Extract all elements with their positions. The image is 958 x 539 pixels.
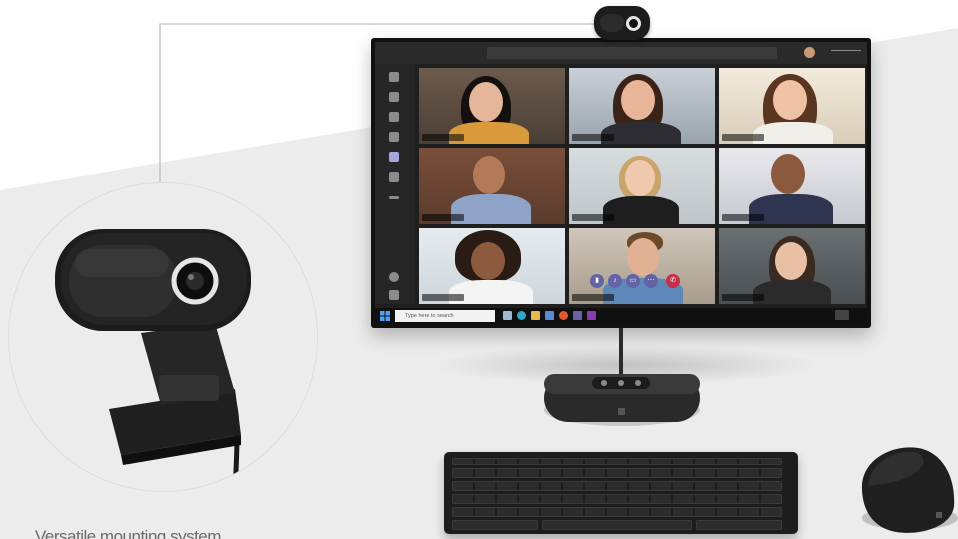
calendar-icon[interactable] [389,132,399,142]
participant-tile [719,228,865,304]
help-icon[interactable] [389,272,399,282]
participant-name-label [722,214,764,221]
product-scene: ▮ ♪ ▭ ⋯ ✆ Type here to search Versatile … [0,0,958,539]
participant-tile [419,148,565,224]
webcam-on-monitor [594,6,650,40]
mic-toggle-icon[interactable]: ♪ [608,274,622,288]
share-screen-icon[interactable]: ▭ [626,274,640,288]
hang-up-icon[interactable]: ✆ [666,274,680,288]
participant-name-label [422,294,464,301]
monitor: ▮ ♪ ▭ ⋯ ✆ Type here to search [371,38,871,328]
participant-tile [419,68,565,144]
edge-icon[interactable] [517,311,526,320]
participant-tile [569,68,715,144]
taskbar-clock [835,310,849,320]
store-icon[interactable] [545,311,554,320]
window-controls-icon[interactable] [831,50,861,54]
webcam-lens-icon [626,16,641,31]
webcam-closeup-circle [8,182,318,492]
participant-name-label [422,214,464,221]
files-icon[interactable] [389,172,399,182]
mouse [861,447,958,533]
participant-name-label [722,134,764,141]
participant-tile [569,148,715,224]
camera-toggle-icon[interactable]: ▮ [590,274,604,288]
participant-name-label [572,214,614,221]
teams-taskbar-icon[interactable] [573,311,582,320]
participant-tile [719,148,865,224]
participant-tile [419,228,565,304]
windows-taskbar: Type here to search [375,308,867,324]
chat-icon[interactable] [389,92,399,102]
participant-name-label [572,134,614,141]
activity-icon[interactable] [389,72,399,82]
participant-name-label [722,294,764,301]
teams-icon[interactable] [389,112,399,122]
file-explorer-icon[interactable] [531,311,540,320]
apps-icon[interactable] [389,290,399,300]
teams-app-rail [375,64,415,304]
teams-titlebar [375,42,867,64]
speakerphone [544,374,700,426]
participant-tile [719,68,865,144]
participant-tile [569,228,715,304]
participant-name-label [422,134,464,141]
profile-avatar[interactable] [804,47,815,58]
teams-call-screen: ▮ ♪ ▭ ⋯ ✆ Type here to search [375,42,867,324]
more-options-icon[interactable]: ⋯ [644,274,658,288]
spacebar [542,520,692,530]
more-apps-icon[interactable] [389,196,399,199]
teams-search-bar[interactable] [487,47,777,59]
participant-name-label [572,294,614,301]
onenote-icon[interactable] [587,311,596,320]
keyboard [444,452,798,534]
taskview-icon[interactable] [503,311,512,320]
call-controls: ▮ ♪ ▭ ⋯ ✆ [590,274,690,290]
firefox-icon[interactable] [559,311,568,320]
feature-caption: Versatile mounting system [35,527,221,539]
privacy-cover [600,14,624,32]
participant-grid [419,68,865,304]
calls-icon[interactable] [389,152,399,162]
taskbar-search-input[interactable]: Type here to search [395,310,495,322]
webcam-closeup [55,229,251,491]
windows-start-icon[interactable] [380,311,390,321]
